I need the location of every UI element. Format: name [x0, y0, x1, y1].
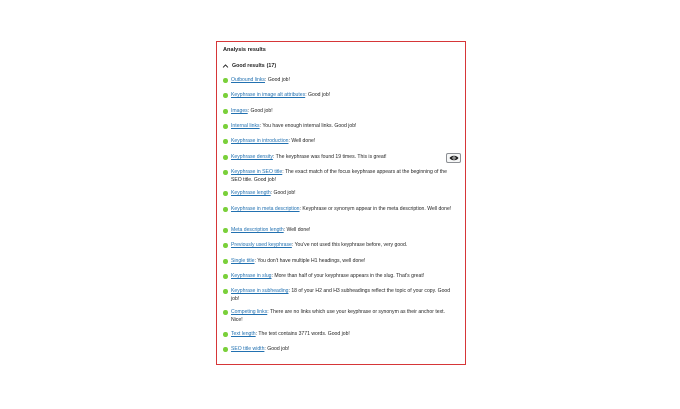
list-item: Keyphrase in image alt attributes: Good …: [223, 92, 459, 100]
result-text: : Good job!: [264, 77, 290, 83]
green-dot-icon: [223, 191, 228, 196]
result-text: : Good job!: [247, 108, 273, 114]
list-item: Keyphrase in slug: More than half of you…: [223, 273, 459, 281]
chevron-up-icon: [222, 64, 229, 68]
list-item: Keyphrase in introduction: Well done!: [223, 138, 459, 146]
list-item: Competing links: There are no links whic…: [223, 309, 459, 324]
result-link[interactable]: SEO title width: [231, 346, 264, 352]
result-text: : Good job!: [270, 190, 296, 196]
list-item: Internal links: You have enough internal…: [223, 123, 459, 131]
list-item: Text length: The text contains 3771 word…: [223, 331, 459, 339]
green-dot-icon: [223, 139, 228, 144]
result-text: : More than half of your keyphrase appea…: [271, 273, 425, 279]
analysis-results-panel: Analysis results Good results (17) Outbo…: [216, 41, 466, 365]
list-item: SEO title width: Good job!: [223, 346, 459, 354]
panel-title: Analysis results: [223, 47, 266, 53]
group-label: Good results: [232, 63, 265, 69]
result-text: : You've not used this keyphrase before,…: [291, 242, 408, 248]
list-item: Previously used keyphrase: You've not us…: [223, 242, 459, 250]
result-link[interactable]: Internal links: [231, 123, 260, 129]
list-item: Images: Good job!: [223, 108, 459, 116]
result-link[interactable]: Previously used keyphrase: [231, 242, 292, 248]
green-dot-icon: [223, 78, 228, 83]
result-link[interactable]: Competing links: [231, 309, 267, 315]
list-item: Keyphrase density: The keyphrase was fou…: [223, 154, 459, 162]
green-dot-icon: [223, 289, 228, 294]
result-link[interactable]: Keyphrase length: [231, 190, 271, 196]
result-link[interactable]: Text length: [231, 331, 256, 337]
green-dot-icon: [223, 243, 228, 248]
result-text: : Well done!: [288, 138, 316, 144]
green-dot-icon: [223, 332, 228, 337]
green-dot-icon: [223, 310, 228, 315]
result-link[interactable]: Keyphrase in subheading: [231, 288, 289, 294]
list-item: Keyphrase in subheading: 18 of your H2 a…: [223, 288, 459, 303]
result-link[interactable]: Keyphrase in meta description: [231, 206, 300, 212]
green-dot-icon: [223, 347, 228, 352]
good-results-toggle[interactable]: Good results (17): [222, 63, 276, 69]
result-text: : You have enough internal links. Good j…: [259, 123, 357, 129]
list-item: Single title: You don't have multiple H1…: [223, 258, 459, 266]
highlight-keyphrase-button[interactable]: [446, 153, 461, 163]
list-item: Keyphrase in meta description: Keyphrase…: [223, 206, 459, 214]
list-item: Keyphrase length: Good job!: [223, 190, 459, 198]
result-link[interactable]: Keyphrase in image alt attributes: [231, 92, 305, 98]
green-dot-icon: [223, 155, 228, 160]
result-link[interactable]: Meta description length: [231, 227, 284, 233]
green-dot-icon: [223, 259, 228, 264]
result-text: : The text contains 3771 words. Good job…: [255, 331, 350, 337]
result-link[interactable]: Keyphrase in SEO title: [231, 169, 282, 175]
list-item: Meta description length: Well done!: [223, 227, 459, 235]
result-text: : Well done!: [283, 227, 311, 233]
green-dot-icon: [223, 228, 228, 233]
result-link[interactable]: Outbound links: [231, 77, 265, 83]
result-link[interactable]: Images: [231, 108, 248, 114]
result-text: : You don't have multiple H1 headings, w…: [254, 258, 366, 264]
green-dot-icon: [223, 274, 228, 279]
list-item: Keyphrase in SEO title: The exact match …: [223, 169, 459, 184]
green-dot-icon: [223, 109, 228, 114]
green-dot-icon: [223, 207, 228, 212]
result-link[interactable]: Keyphrase in slug: [231, 273, 272, 279]
result-text: : The keyphrase was found 19 times. This…: [272, 154, 387, 160]
green-dot-icon: [223, 93, 228, 98]
list-item: Outbound links: Good job!: [223, 77, 459, 85]
green-dot-icon: [223, 170, 228, 175]
result-link[interactable]: Keyphrase in introduction: [231, 138, 288, 144]
result-link[interactable]: Keyphrase density: [231, 154, 273, 160]
group-count: (17): [266, 63, 277, 69]
eye-icon: [449, 155, 458, 161]
result-link[interactable]: Single title: [231, 258, 255, 264]
green-dot-icon: [223, 124, 228, 129]
result-text: : Good job!: [305, 92, 331, 98]
result-text: : Good job!: [264, 346, 290, 352]
result-text: : Keyphrase or synonym appear in the met…: [299, 206, 452, 212]
